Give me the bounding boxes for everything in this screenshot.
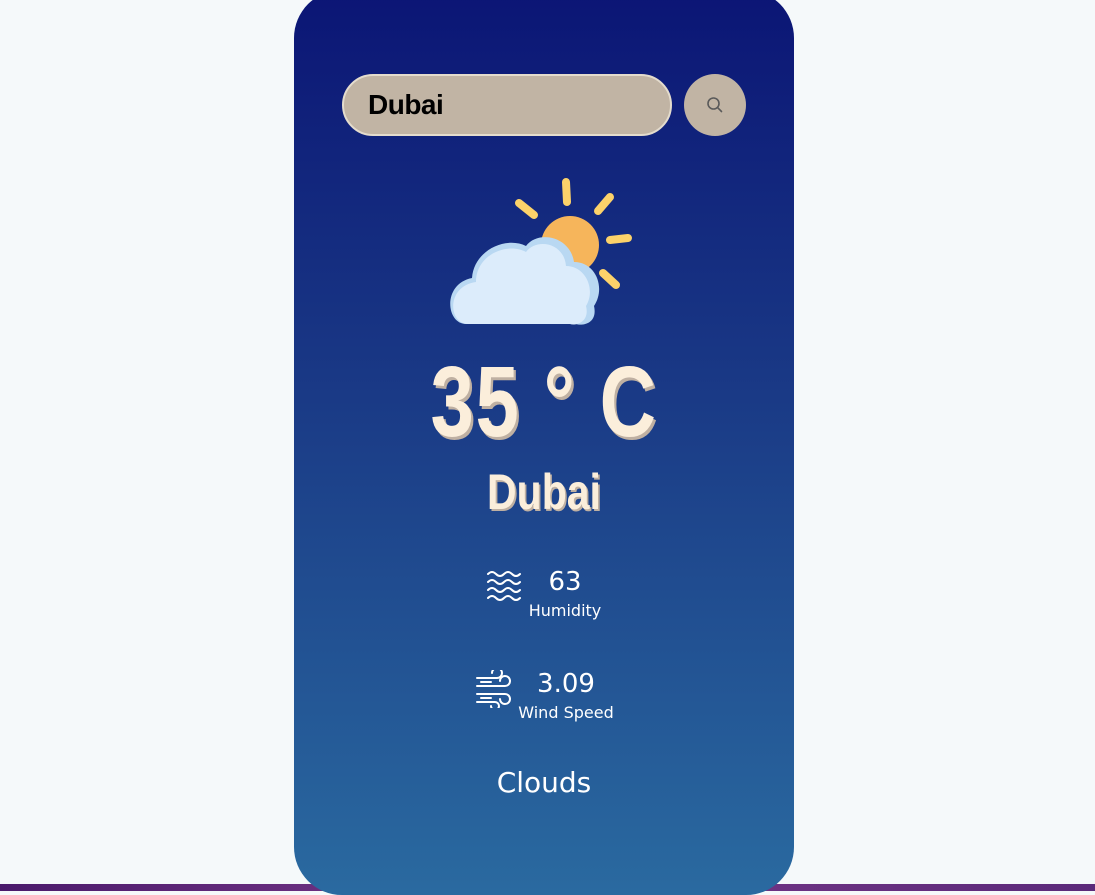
weather-condition: Clouds [496,766,592,799]
search-button[interactable] [684,74,746,136]
wind-speed-label: Wind Speed [518,703,614,722]
wind-stat: 3.09 Wind Speed [294,664,794,734]
search-bar [342,74,746,136]
humidity-value: 63 [548,567,582,597]
weather-card: 35 ° C Dubai 63 Humidity 3.09 Win [294,0,794,895]
partly-cloudy-icon [450,178,632,325]
humidity-label: Humidity [528,601,602,620]
humidity-stat: 63 Humidity [294,562,794,632]
wind-speed-value: 3.09 [537,669,595,699]
temperature-display: 35 ° C [430,346,658,458]
city-name: Dubai [487,464,601,520]
search-icon [707,97,723,113]
search-input[interactable] [342,74,672,136]
